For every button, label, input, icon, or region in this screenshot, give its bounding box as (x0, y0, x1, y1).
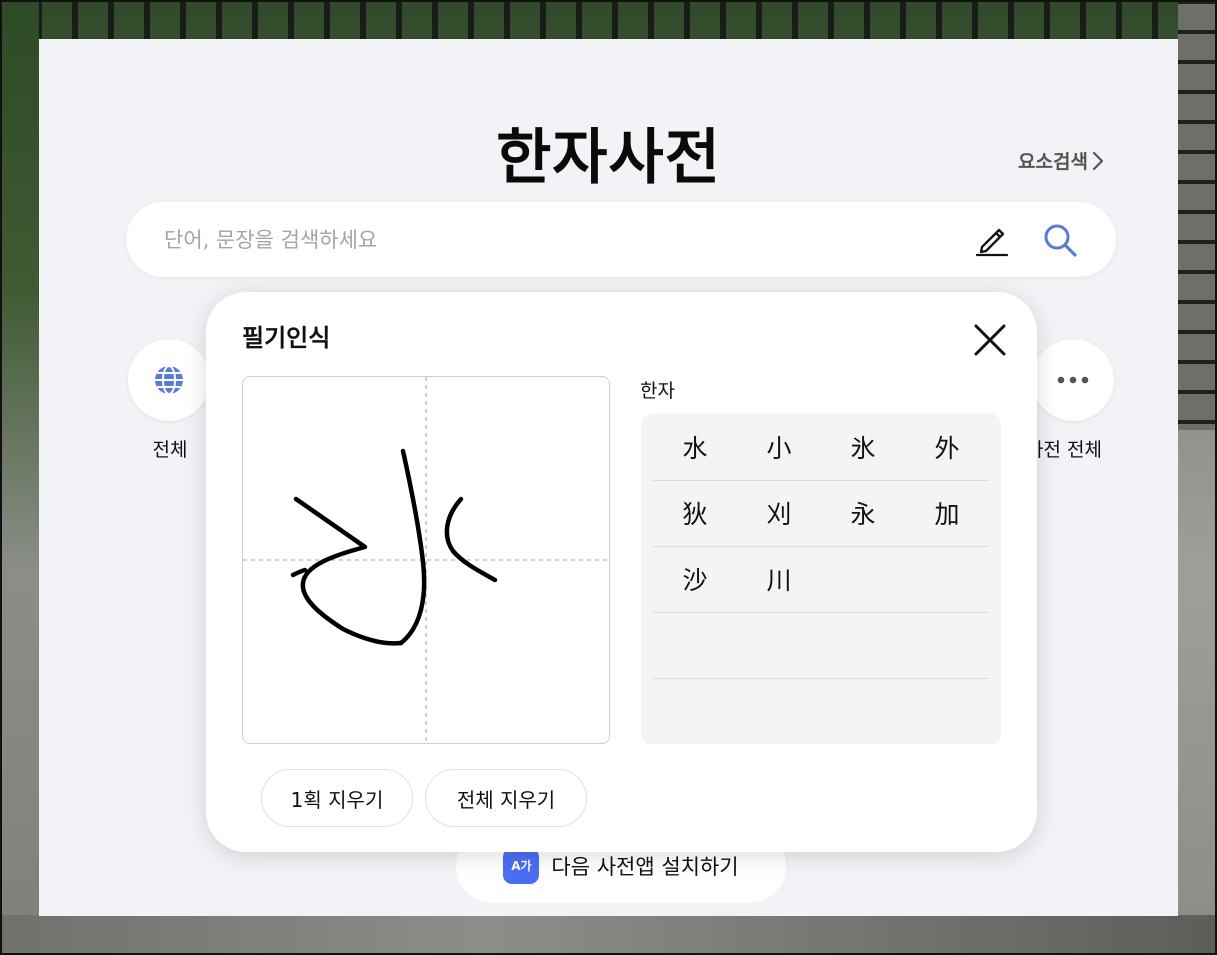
candidate-row: 水 小 氷 外 (653, 414, 989, 481)
page-title: 한자사전 (496, 123, 721, 193)
install-app-label: 다음 사전앱 설치하기 (551, 855, 739, 879)
handwriting-popup: 필기인식 한자 水 小 氷 外 狄 刈 永 加 沙 川 1획 지우기 전체 지우… (206, 292, 1037, 852)
category-more-button[interactable] (1032, 339, 1114, 421)
category-all-label: 전체 (152, 439, 188, 461)
close-icon (974, 324, 1006, 356)
undo-stroke-button[interactable]: 1획 지우기 (261, 769, 413, 827)
element-search-link[interactable]: 요소검색 (1018, 147, 1104, 174)
candidate-character (821, 546, 905, 612)
category-all-button[interactable] (128, 339, 210, 421)
candidate-row-empty (653, 678, 989, 744)
pen-icon (975, 228, 1009, 257)
candidate-row: 沙 川 (653, 546, 989, 613)
search-bar (126, 202, 1116, 277)
candidate-character[interactable]: 加 (905, 480, 989, 546)
category-all[interactable]: 전체 (128, 339, 212, 462)
category-all-dictionaries[interactable]: 사전 전체 (1026, 339, 1116, 462)
clear-all-button[interactable]: 전체 지우기 (425, 769, 587, 827)
more-icon (1057, 376, 1089, 384)
candidate-character[interactable]: 川 (737, 546, 821, 612)
candidate-row-empty (653, 612, 989, 679)
handwriting-button[interactable] (974, 221, 1010, 257)
dictionary-app-icon: A가 (503, 848, 540, 884)
background-photo-right (1178, 0, 1217, 955)
candidate-character[interactable]: 沙 (653, 546, 737, 612)
search-input[interactable] (162, 220, 926, 260)
candidate-character[interactable]: 氷 (821, 414, 905, 480)
candidate-character[interactable]: 永 (821, 480, 905, 546)
candidate-character[interactable]: 刈 (737, 480, 821, 546)
close-button[interactable] (970, 320, 1010, 360)
chevron-right-icon (1092, 151, 1104, 170)
handwriting-canvas[interactable] (242, 376, 610, 744)
candidate-character (905, 546, 989, 612)
candidate-character[interactable]: 狄 (653, 480, 737, 546)
globe-icon (155, 365, 183, 395)
handwriting-strokes (243, 377, 609, 743)
results-label: 한자 (640, 380, 675, 402)
candidate-list: 水 小 氷 外 狄 刈 永 加 沙 川 (641, 414, 1001, 744)
candidate-character[interactable]: 外 (905, 414, 989, 480)
candidate-character[interactable]: 水 (653, 414, 737, 480)
handwriting-title: 필기인식 (242, 324, 331, 352)
background-photo-left (0, 0, 39, 955)
element-search-label: 요소검색 (1018, 151, 1088, 173)
candidate-row: 狄 刈 永 加 (653, 480, 989, 547)
background-photo-bottom (0, 915, 1217, 955)
candidate-character[interactable]: 小 (737, 414, 821, 480)
search-icon (1044, 224, 1077, 257)
search-button[interactable] (1041, 221, 1079, 259)
